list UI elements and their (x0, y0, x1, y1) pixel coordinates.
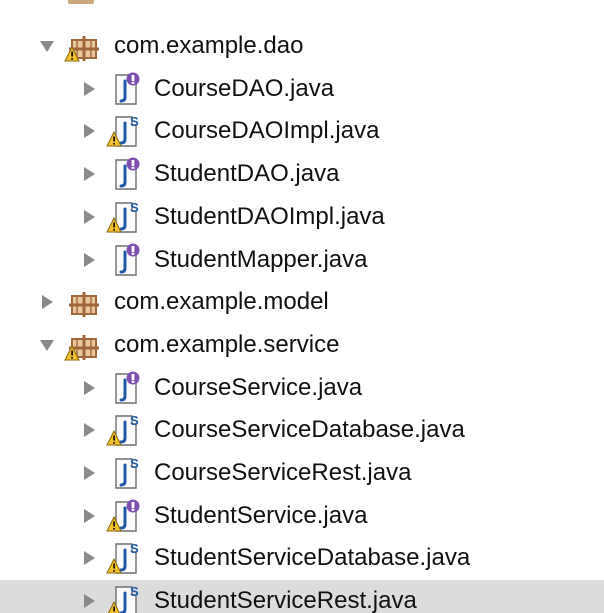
chevron-right-icon[interactable] (80, 379, 98, 397)
tree-item-file[interactable]: S CourseServiceDatabase.java (0, 409, 604, 451)
tree-item-file[interactable]: S StudentServiceRest.java (0, 580, 604, 613)
svg-text:S: S (130, 584, 139, 599)
svg-text:S: S (130, 541, 139, 556)
java-interface-icon (106, 156, 142, 192)
java-class-icon: S (106, 412, 142, 448)
tree-item-label: CourseDAO.java (154, 74, 335, 102)
svg-text:S: S (130, 456, 139, 471)
tree-item-package[interactable]: com.example.model (0, 281, 604, 323)
tree-item-file[interactable]: CourseDAO.java (0, 68, 604, 110)
chevron-right-icon[interactable] (80, 592, 98, 610)
tree-item-label: StudentDAO.java (154, 160, 340, 188)
tree-item-file[interactable]: S CourseServiceRest.java (0, 452, 604, 494)
package-icon (64, 284, 100, 320)
tree-item-file[interactable]: StudentMapper.java (0, 239, 604, 281)
tree-item-label: com.example.model (114, 288, 329, 316)
package-icon (64, 28, 100, 64)
tree-item-package[interactable]: com.example.service (0, 324, 604, 366)
chevron-right-icon[interactable] (80, 251, 98, 269)
java-class-icon: S (106, 540, 142, 576)
java-interface-icon (106, 71, 142, 107)
package-explorer-tree: com.example.dao CourseDAO.java S CourseDAOI… (0, 0, 604, 613)
chevron-right-icon[interactable] (80, 122, 98, 140)
java-interface-icon (106, 370, 142, 406)
tree-item-label: com.example.service (114, 330, 340, 358)
chevron-right-icon[interactable] (80, 507, 98, 525)
tree-item-label: CourseDAOImpl.java (154, 117, 380, 145)
tree-item-file[interactable]: CourseService.java (0, 367, 604, 409)
chevron-right-icon[interactable] (80, 549, 98, 567)
tree-item-file[interactable]: StudentDAO.java (0, 153, 604, 195)
chevron-right-icon[interactable] (80, 208, 98, 226)
package-icon (64, 327, 100, 363)
java-class-icon: S (106, 583, 142, 613)
java-class-icon: S (106, 455, 142, 491)
tree-item-file[interactable]: StudentService.java (0, 495, 604, 537)
tree-item-label: CourseServiceRest.java (154, 459, 412, 486)
tree-item-package[interactable]: com.example.dao (0, 25, 604, 67)
java-interface-icon (106, 498, 142, 534)
chevron-right-icon[interactable] (80, 421, 98, 439)
tree-item-label: CourseService.java (154, 373, 363, 401)
tree-item-file[interactable]: S CourseDAOImpl.java (0, 110, 604, 152)
tree-item-label: com.example.dao (114, 32, 304, 59)
chevron-right-icon[interactable] (80, 80, 98, 98)
tree-item-label: CourseServiceDatabase.java (154, 416, 465, 444)
tree-item-label: StudentServiceRest.java (154, 587, 417, 613)
tree-item-label: StudentMapper.java (154, 245, 368, 273)
tree-item-file[interactable]: S StudentDAOImpl.java (0, 196, 604, 238)
clipped-previous-row (60, 0, 260, 12)
java-class-icon: S (106, 113, 142, 149)
chevron-right-icon[interactable] (80, 464, 98, 482)
chevron-down-icon[interactable] (38, 336, 56, 354)
tree-item-label: StudentDAOImpl.java (154, 202, 385, 230)
svg-text:S: S (130, 200, 139, 215)
svg-text:S: S (130, 413, 139, 428)
chevron-down-icon[interactable] (38, 37, 56, 55)
tree-item-label: StudentServiceDatabase.java (154, 544, 471, 572)
java-interface-icon (106, 242, 142, 278)
svg-text:S: S (130, 114, 139, 129)
package-icon (68, 0, 94, 4)
chevron-right-icon[interactable] (38, 293, 56, 311)
chevron-right-icon[interactable] (80, 165, 98, 183)
java-class-icon: S (106, 199, 142, 235)
tree-item-file[interactable]: S StudentServiceDatabase.java (0, 537, 604, 579)
tree-item-label: StudentService.java (154, 501, 368, 529)
